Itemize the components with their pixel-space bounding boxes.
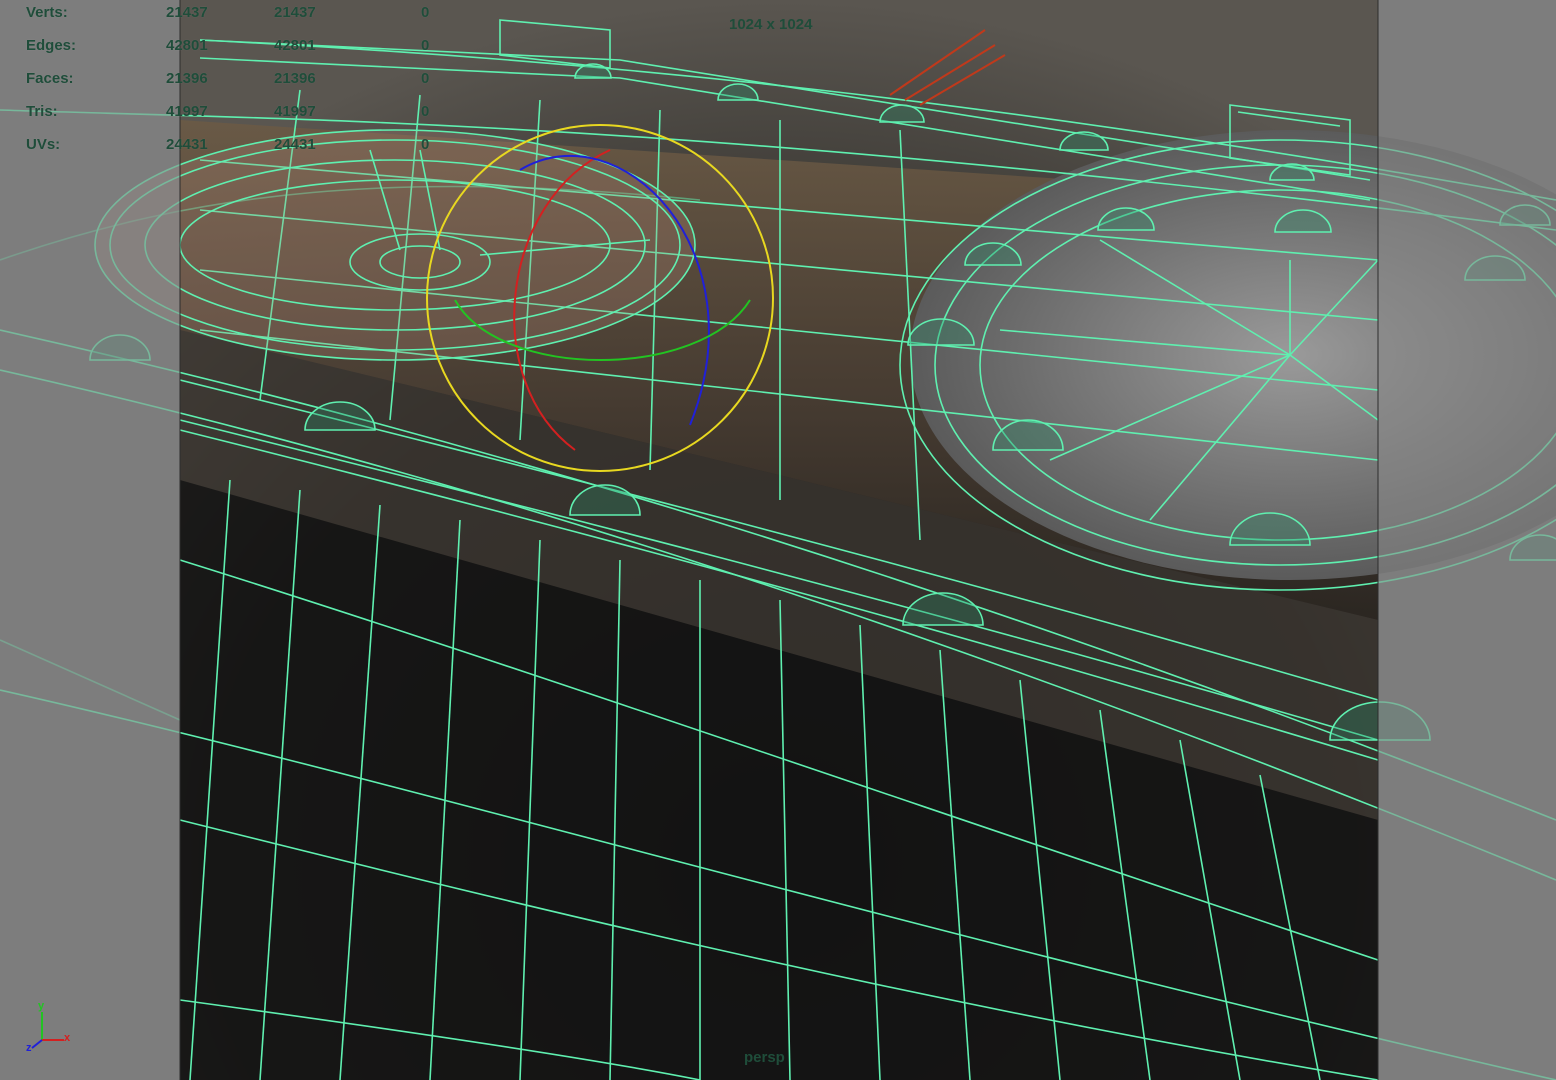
poly-count-hud: Verts: 21437 21437 0 Edges: 42801 42801 … <box>0 0 460 170</box>
axis-indicator-icon: y x z <box>22 1000 82 1060</box>
viewport-persp[interactable]: Verts: 21437 21437 0 Edges: 42801 42801 … <box>0 0 1556 1080</box>
hud-value-components: 0 <box>421 136 430 153</box>
hud-value-object: 42801 <box>166 37 208 54</box>
camera-name: persp <box>744 1049 785 1066</box>
hud-row-uvs: UVs: 24431 24431 0 <box>0 136 460 156</box>
hud-value-object: 21396 <box>166 70 208 87</box>
axis-y-label: y <box>38 1000 45 1012</box>
hud-row-tris: Tris: 41997 41997 0 <box>0 103 460 123</box>
hud-value-object: 24431 <box>166 136 208 153</box>
hud-label: Edges: <box>26 37 77 54</box>
hud-label: Faces: <box>26 70 74 87</box>
hud-value-selected: 24431 <box>274 136 316 153</box>
resolution-gate-label: 1024 x 1024 <box>729 16 813 33</box>
hud-label: UVs: <box>26 136 61 153</box>
hud-value-selected: 21437 <box>274 4 316 21</box>
gate-mask-right <box>1378 0 1556 1080</box>
hud-label: Tris: <box>26 103 58 120</box>
hud-value-selected: 41997 <box>274 103 316 120</box>
hud-row-faces: Faces: 21396 21396 0 <box>0 70 460 90</box>
hud-value-components: 0 <box>421 4 430 21</box>
hud-row-edges: Edges: 42801 42801 0 <box>0 37 460 57</box>
hud-row-verts: Verts: 21437 21437 0 <box>0 4 460 24</box>
hud-value-object: 21437 <box>166 4 208 21</box>
hud-value-selected: 21396 <box>274 70 316 87</box>
hud-value-object: 41997 <box>166 103 208 120</box>
hud-value-components: 0 <box>421 37 430 54</box>
axis-z-label: z <box>26 1042 32 1054</box>
hud-value-components: 0 <box>421 103 430 120</box>
hud-value-components: 0 <box>421 70 430 87</box>
hud-label: Verts: <box>26 4 68 21</box>
axis-x-label: x <box>64 1032 71 1044</box>
hud-value-selected: 42801 <box>274 37 316 54</box>
